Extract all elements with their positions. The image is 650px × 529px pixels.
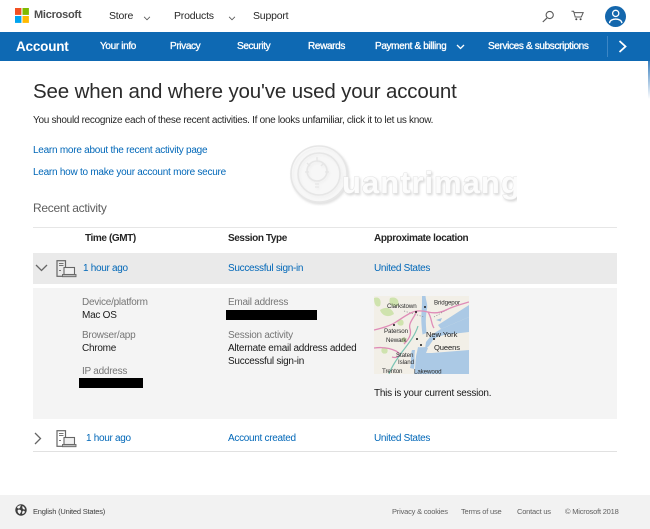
svg-text:Newark: Newark xyxy=(386,337,407,344)
svg-text:Island: Island xyxy=(398,359,415,366)
svg-text:uantrimang: uantrimang xyxy=(342,165,517,200)
svg-text:Lakewood: Lakewood xyxy=(414,369,442,375)
svg-text:Queens: Queens xyxy=(434,343,460,352)
svg-text:Staten: Staten xyxy=(396,352,414,359)
svg-text:New York: New York xyxy=(426,330,458,339)
svg-text:Clarkstown: Clarkstown xyxy=(387,303,417,310)
svg-text:Trenton: Trenton xyxy=(382,368,403,374)
svg-text:Paterson: Paterson xyxy=(384,328,409,335)
svg-text:Bridgepor: Bridgepor xyxy=(434,300,460,307)
